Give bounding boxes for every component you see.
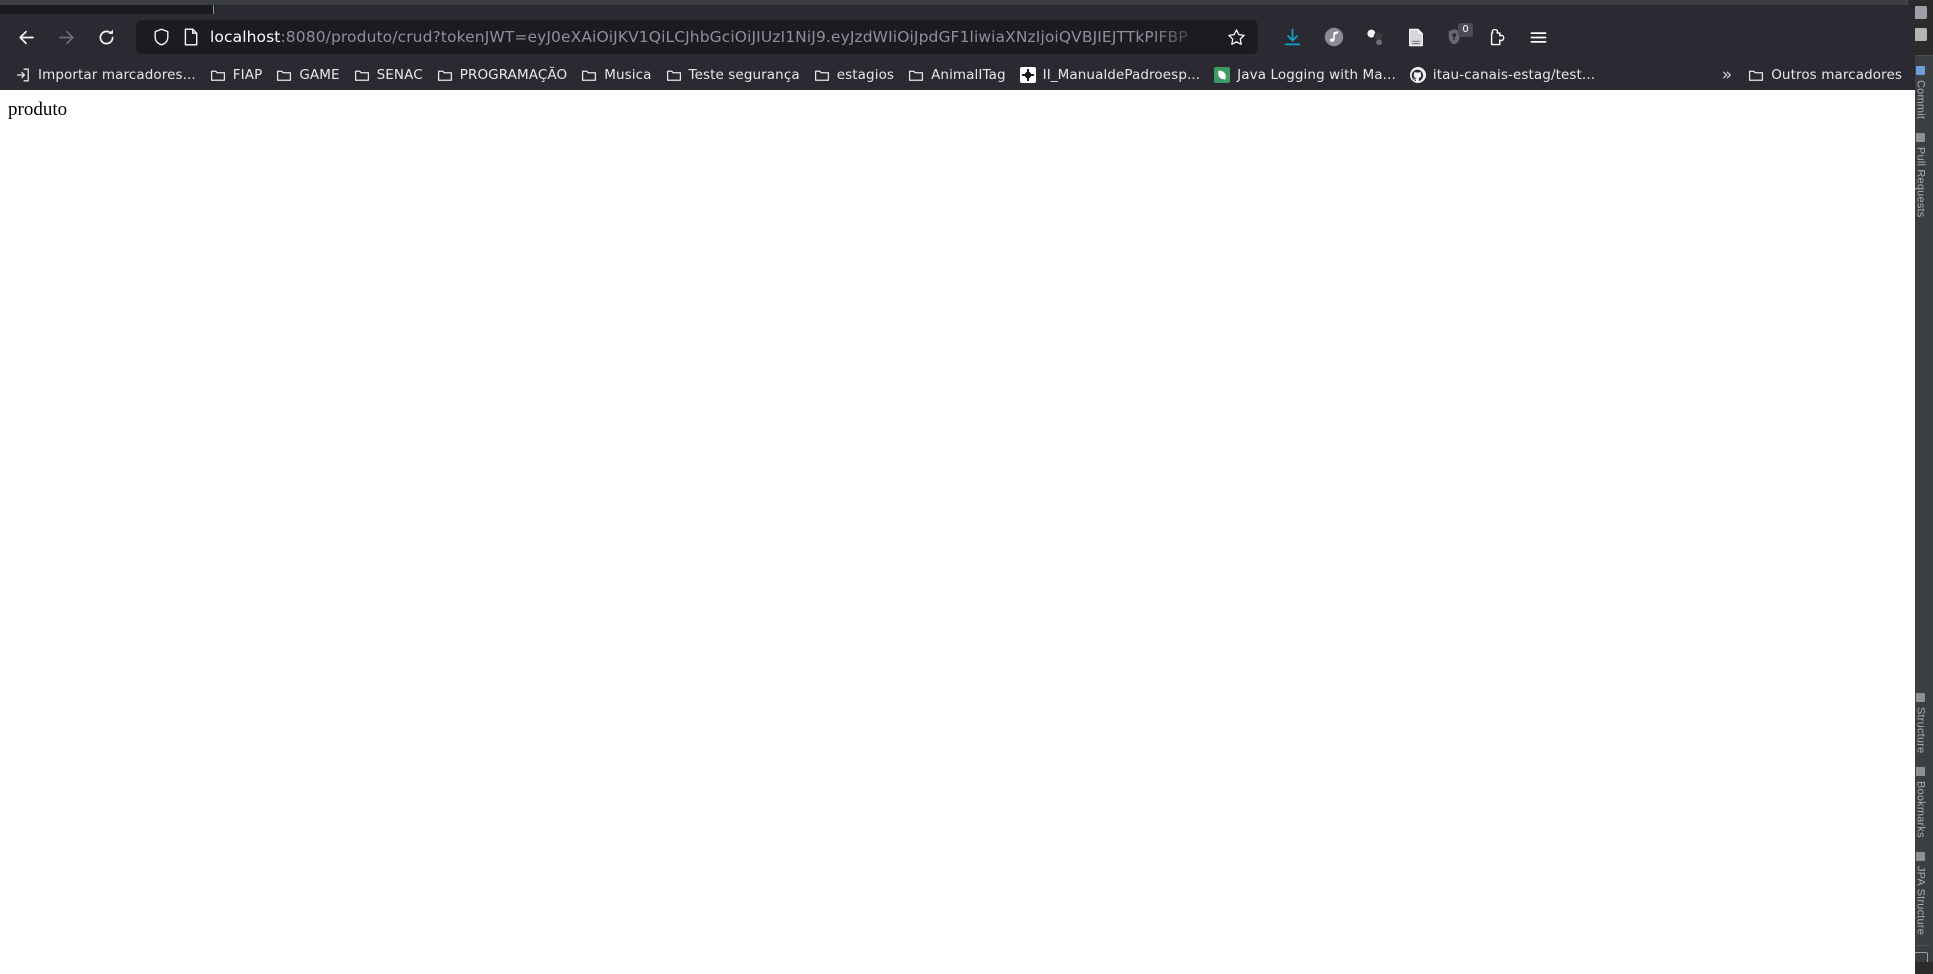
folder-icon: [354, 70, 369, 81]
other-bookmarks-label: Outros marcadores: [1771, 67, 1902, 83]
bookmark-folder-game[interactable]: GAME: [269, 63, 346, 87]
folder-icon: [814, 70, 829, 81]
bookmarks-toolbar: Importar marcadores... FIAP GAME SENAC P: [0, 60, 1915, 90]
music-button[interactable]: [1313, 20, 1354, 54]
ide-tab-bookmarks[interactable]: Bookmarks: [1915, 757, 1927, 842]
bookmark-folder-teste-seguranca-label: Teste segurança: [688, 67, 800, 83]
bookmark-folder-game-label: GAME: [299, 67, 340, 83]
padroes-favicon: [1019, 67, 1036, 83]
browser-window: localhost:8080/produto/crud?tokenJWT=eyJ…: [0, 5, 1915, 974]
molecule-extension-button[interactable]: [1354, 20, 1395, 54]
bookmark-folder-musica[interactable]: Musica: [574, 63, 658, 87]
other-bookmarks-folder[interactable]: Outros marcadores: [1741, 63, 1909, 87]
leaf-favicon: [1214, 67, 1231, 83]
url-text-container[interactable]: localhost:8080/produto/crud?tokenJWT=eyJ…: [210, 25, 1220, 49]
commit-icon: [1916, 66, 1925, 75]
bookmark-import-label: Importar marcadores...: [38, 67, 196, 83]
folder-icon: [1749, 70, 1764, 81]
app-menu-button[interactable]: [1518, 20, 1559, 54]
bookmark-folder-estagios-label: estagios: [836, 67, 895, 83]
star-icon[interactable]: [1220, 22, 1252, 52]
toolbar-right-group: 0: [1272, 20, 1559, 54]
ide-tab-pull-requests[interactable]: Pull Requests: [1915, 123, 1927, 221]
ide-tab-pull-requests-label: Pull Requests: [1914, 147, 1927, 218]
forward-button[interactable]: [46, 20, 86, 54]
bookmark-link-manualdepadroes[interactable]: II_ManualdePadroesp...: [1013, 63, 1208, 87]
bookmark-folder-programacao-label: PROGRAMAÇÃO: [459, 67, 568, 83]
tab-strip: [0, 5, 1915, 14]
bookmarks-overflow-chevron[interactable]: »: [1713, 66, 1741, 84]
jpa-structure-icon: [1916, 851, 1925, 861]
folder-icon: [666, 70, 681, 81]
extensions-button[interactable]: [1477, 20, 1518, 54]
bookmark-folder-musica-label: Musica: [604, 67, 652, 83]
bookmark-link-manualdepadroes-label: II_ManualdePadroesp...: [1042, 67, 1201, 83]
ide-tab-structure[interactable]: Structure: [1915, 683, 1927, 757]
reload-button[interactable]: [86, 20, 126, 54]
bookmark-folder-senac[interactable]: SENAC: [347, 63, 430, 87]
bookmark-link-itau-canais[interactable]: itau-canais-estag/test...: [1403, 63, 1602, 87]
import-arrow-icon: [16, 68, 29, 82]
bookmark-folder-senac-label: SENAC: [376, 67, 423, 83]
navigation-toolbar: localhost:8080/produto/crud?tokenJWT=eyJ…: [0, 14, 1915, 60]
bookmark-link-java-logging[interactable]: Java Logging with Ma...: [1207, 63, 1403, 87]
ide-notifications-icon[interactable]: [1914, 6, 1927, 19]
active-tab[interactable]: [214, 5, 1915, 14]
ide-tab-structure-label: Structure: [1914, 706, 1927, 754]
folder-icon: [437, 70, 452, 81]
shield-icon[interactable]: [146, 22, 176, 52]
ide-tab-bookmarks-label: Bookmarks: [1914, 781, 1927, 838]
ide-bookmark-icon: [1916, 767, 1925, 777]
ide-tab-commit-label: Commit: [1914, 80, 1927, 120]
shield-badge-count: 0: [1458, 23, 1473, 37]
bookmark-folder-animalitag[interactable]: AnimalITag: [901, 63, 1013, 87]
bookmark-link-java-logging-label: Java Logging with Ma...: [1237, 67, 1396, 83]
url-bar[interactable]: localhost:8080/produto/crud?tokenJWT=eyJ…: [136, 20, 1258, 54]
bookmark-folder-fiap[interactable]: FIAP: [203, 63, 270, 87]
bookmark-folder-teste-seguranca[interactable]: Teste segurança: [659, 63, 807, 87]
bookmark-folder-estagios[interactable]: estagios: [807, 63, 901, 87]
url-path: :8080/produto/crud?tokenJWT=eyJ0eXAiOiJK…: [280, 28, 1188, 46]
document-extension-button[interactable]: [1395, 20, 1436, 54]
pull-request-icon: [1916, 133, 1925, 143]
privacy-shield-button[interactable]: 0: [1436, 20, 1477, 54]
bookmark-folder-programacao[interactable]: PROGRAMAÇÃO: [430, 63, 574, 87]
ide-tab-jpa-structure[interactable]: JPA Structure: [1915, 842, 1927, 939]
bookmark-import[interactable]: Importar marcadores...: [8, 63, 203, 87]
downloads-button[interactable]: [1272, 20, 1313, 54]
page-heading: produto: [8, 99, 68, 120]
url-host: localhost: [210, 28, 281, 46]
bookmark-link-itau-canais-label: itau-canais-estag/test...: [1432, 67, 1596, 83]
page-content: produto: [0, 90, 1915, 974]
page-document-icon[interactable]: [176, 22, 206, 52]
github-favicon: [1409, 67, 1426, 83]
folder-icon: [210, 70, 225, 81]
folder-icon: [277, 70, 292, 81]
ide-tab-jpa-structure-label: JPA Structure: [1914, 865, 1927, 935]
folder-icon: [582, 70, 597, 81]
structure-icon: [1916, 692, 1925, 702]
ide-tab-commit[interactable]: Commit: [1915, 56, 1927, 123]
bookmark-folder-animalitag-label: AnimalITag: [931, 67, 1006, 83]
folder-icon: [909, 70, 924, 81]
url-text: localhost:8080/produto/crud?tokenJWT=eyJ…: [210, 28, 1188, 46]
ide-file-icon[interactable]: [1914, 28, 1927, 41]
back-button[interactable]: [6, 20, 46, 54]
bookmark-folder-fiap-label: FIAP: [232, 67, 263, 83]
